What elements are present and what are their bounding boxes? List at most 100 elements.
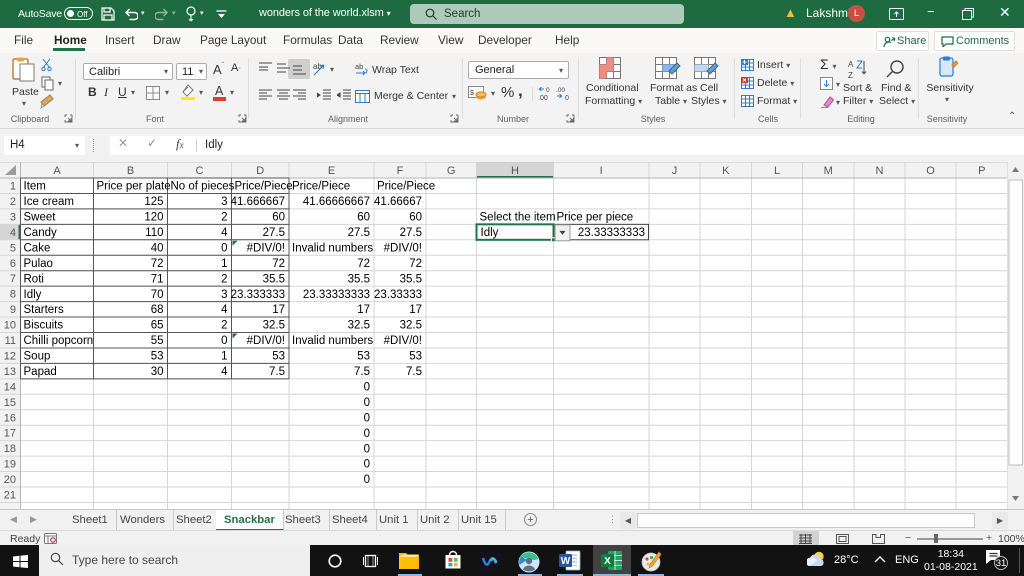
svg-text:Papad: Papad — [24, 366, 57, 378]
svg-text:60: 60 — [409, 212, 422, 224]
svg-text:0: 0 — [364, 381, 370, 393]
svg-text:23.33333333: 23.33333333 — [303, 289, 370, 301]
svg-text:72: 72 — [151, 258, 164, 270]
svg-text:6: 6 — [10, 258, 16, 270]
svg-text:30: 30 — [151, 366, 164, 378]
svg-text:2: 2 — [10, 196, 16, 208]
svg-text:Starters: Starters — [24, 304, 65, 316]
svg-text:60: 60 — [357, 212, 370, 224]
svg-text:ab: ab — [355, 63, 363, 71]
svg-text:12: 12 — [4, 350, 16, 362]
svg-text:3: 3 — [221, 289, 227, 301]
svg-text:125: 125 — [144, 196, 163, 208]
svg-text:2: 2 — [221, 212, 227, 224]
svg-text:4: 4 — [221, 366, 228, 378]
svg-text:0: 0 — [364, 443, 370, 455]
svg-text:3: 3 — [10, 211, 16, 223]
svg-text:41.66667: 41.66667 — [374, 196, 422, 208]
svg-text:27.5: 27.5 — [348, 227, 370, 239]
svg-text:#DIV/0!: #DIV/0! — [384, 335, 422, 347]
svg-text:7.5: 7.5 — [354, 366, 370, 378]
svg-text:11: 11 — [5, 335, 16, 347]
svg-text:17: 17 — [409, 304, 422, 316]
svg-text:5: 5 — [10, 242, 16, 254]
svg-text:4: 4 — [221, 304, 228, 316]
svg-text:60: 60 — [272, 212, 285, 224]
svg-text:35.5: 35.5 — [348, 273, 370, 285]
svg-text:8: 8 — [10, 289, 16, 301]
svg-text:7.5: 7.5 — [269, 366, 285, 378]
svg-text:Soup: Soup — [24, 351, 51, 363]
svg-text:10: 10 — [4, 320, 16, 332]
svg-text:1: 1 — [10, 181, 16, 193]
svg-text:#DIV/0!: #DIV/0! — [247, 242, 285, 254]
svg-text:D: D — [256, 165, 264, 177]
svg-text:G: G — [447, 165, 456, 177]
svg-text:53: 53 — [357, 351, 370, 363]
svg-text:23.33333: 23.33333 — [374, 289, 422, 301]
svg-text:7: 7 — [10, 273, 16, 285]
svg-text:Biscuits: Biscuits — [24, 320, 64, 332]
svg-text:Ice cream: Ice cream — [24, 196, 75, 208]
svg-text:0: 0 — [364, 459, 370, 471]
svg-text:$: $ — [470, 90, 474, 97]
svg-text:0: 0 — [364, 412, 370, 424]
svg-text:N: N — [876, 165, 884, 177]
svg-text:Pulao: Pulao — [24, 258, 53, 270]
svg-text:16: 16 — [4, 412, 16, 424]
svg-text:32.5: 32.5 — [263, 320, 285, 332]
svg-text:#DIV/0!: #DIV/0! — [384, 242, 422, 254]
svg-text:P: P — [978, 165, 985, 177]
svg-text:41.666667: 41.666667 — [231, 196, 285, 208]
svg-text:53: 53 — [272, 351, 285, 363]
svg-text:L: L — [774, 165, 780, 177]
svg-text:53: 53 — [151, 351, 164, 363]
svg-text:65: 65 — [151, 320, 164, 332]
svg-text:9: 9 — [10, 304, 16, 316]
svg-text:14: 14 — [4, 381, 16, 393]
svg-text:K: K — [722, 165, 730, 177]
svg-text:0: 0 — [221, 335, 227, 347]
svg-text:2: 2 — [221, 273, 227, 285]
svg-text:Z: Z — [848, 71, 853, 79]
svg-text:17: 17 — [272, 304, 285, 316]
svg-text:Chilli popcorn: Chilli popcorn — [24, 335, 94, 347]
svg-text:32.5: 32.5 — [348, 320, 370, 332]
svg-text:70: 70 — [151, 289, 164, 301]
svg-text:Item: Item — [24, 181, 46, 193]
svg-text:J: J — [672, 165, 678, 177]
svg-text:72: 72 — [357, 258, 370, 270]
svg-text:I: I — [600, 165, 603, 177]
svg-text:Price per plate: Price per plate — [97, 181, 171, 193]
svg-text:0: 0 — [565, 95, 569, 101]
svg-text:53: 53 — [409, 351, 422, 363]
svg-text:0: 0 — [546, 87, 550, 94]
svg-text:A: A — [53, 165, 61, 177]
svg-text:X: X — [604, 556, 611, 567]
svg-text:23.333333: 23.333333 — [231, 289, 285, 301]
svg-text:23.33333333: 23.33333333 — [578, 227, 645, 239]
svg-text:0: 0 — [364, 428, 370, 440]
svg-text:E: E — [328, 165, 335, 177]
svg-text:1: 1 — [221, 258, 227, 270]
svg-text:27.5: 27.5 — [400, 227, 422, 239]
svg-text:27.5: 27.5 — [263, 227, 285, 239]
svg-text:4: 4 — [10, 227, 16, 239]
svg-text:Candy: Candy — [24, 227, 57, 239]
svg-text:3: 3 — [221, 196, 227, 208]
svg-text:19: 19 — [4, 459, 16, 471]
svg-text:72: 72 — [409, 258, 422, 270]
svg-text:120: 120 — [144, 212, 163, 224]
svg-text:18: 18 — [4, 443, 16, 455]
svg-text:40: 40 — [151, 242, 164, 254]
svg-text:Idly: Idly — [24, 289, 42, 301]
svg-text:W: W — [561, 556, 571, 567]
svg-text:ab: ab — [313, 62, 322, 71]
svg-text:0: 0 — [364, 397, 370, 409]
svg-text:4: 4 — [221, 227, 228, 239]
svg-text:No of pieces: No of pieces — [171, 181, 235, 193]
svg-text:2: 2 — [221, 320, 227, 332]
svg-text:0: 0 — [364, 474, 370, 486]
svg-text:H: H — [511, 165, 519, 177]
svg-text:M: M — [824, 165, 833, 177]
